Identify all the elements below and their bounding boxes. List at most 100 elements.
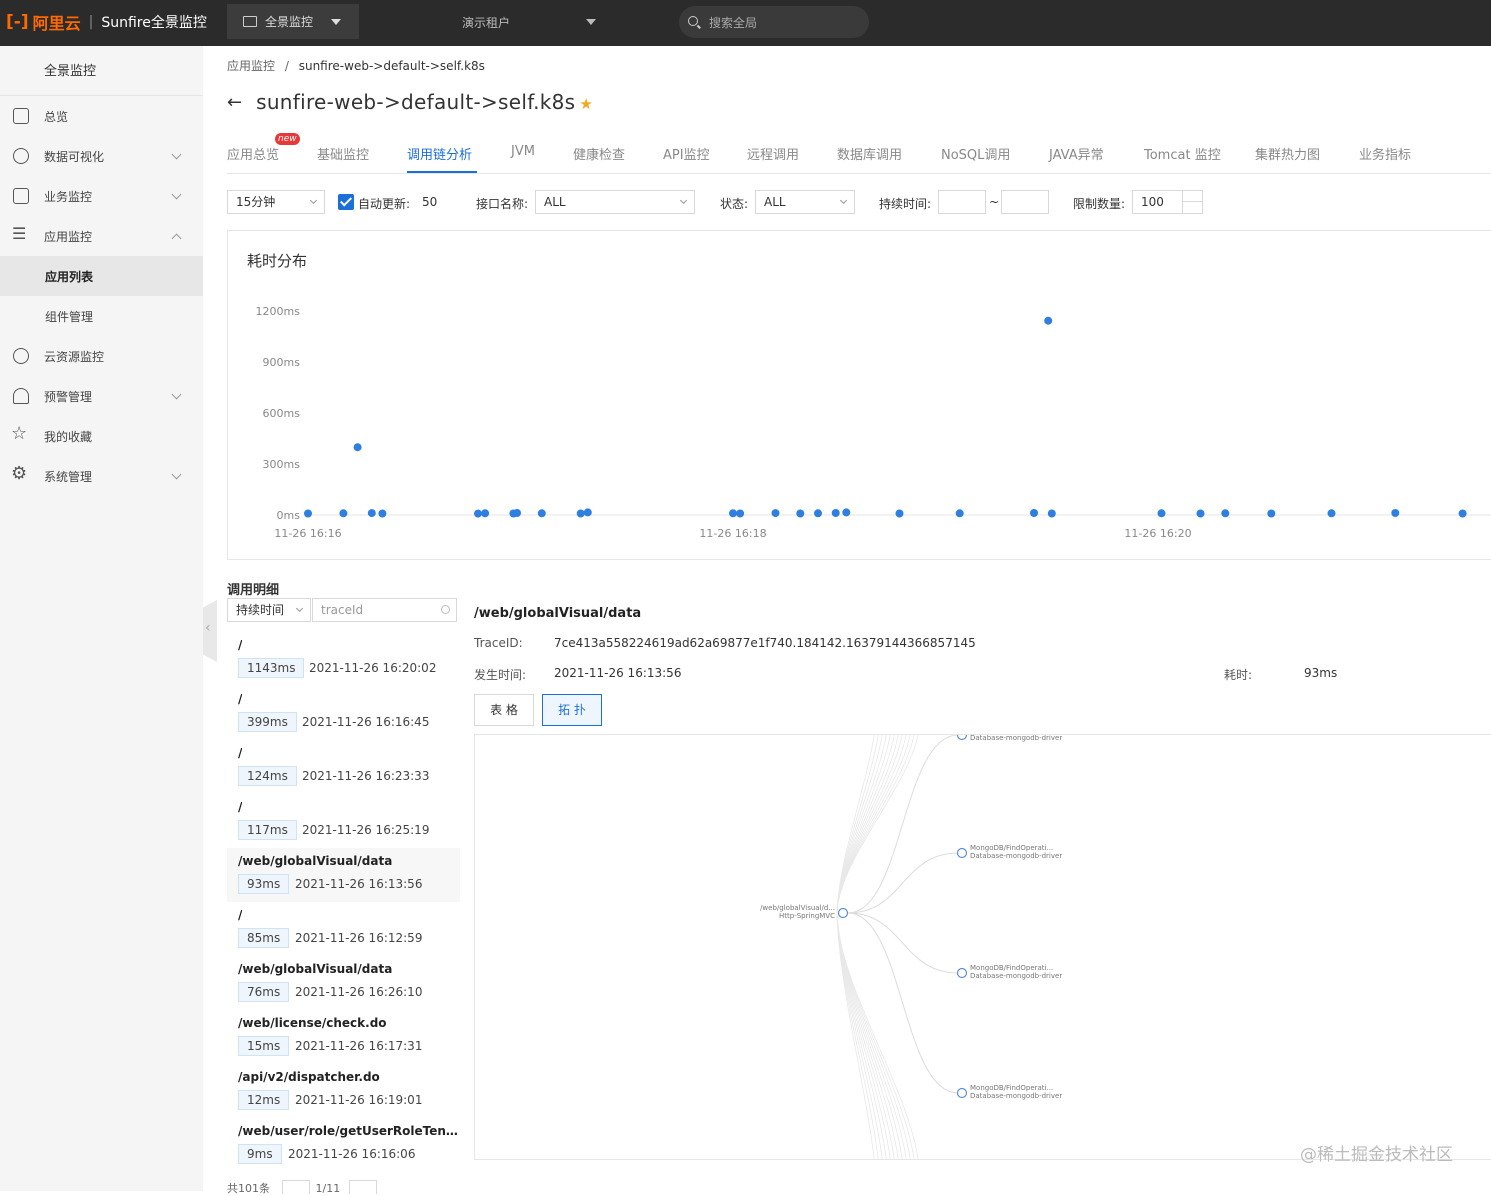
tab-cluster-heatmap[interactable]: 集群热力图 [1255,144,1320,163]
auto-refresh-checkbox[interactable] [338,194,354,210]
scatter-point[interactable] [1391,509,1400,517]
duration-min-input[interactable] [938,190,986,214]
trace-list-item[interactable]: /api/v2/dispatcher.do 12ms 2021-11-26 16:1… [227,1064,460,1118]
breadcrumb-root[interactable]: 应用监控 [227,59,275,73]
topology-edge [836,912,911,1159]
trace-list-item[interactable]: / 117ms 2021-11-26 16:25:19 [227,794,460,848]
tab-business-metrics[interactable]: 业务指标 [1359,144,1411,163]
trace-list-item[interactable]: / 85ms 2021-11-26 16:12:59 [227,902,460,956]
tab-nosql-call[interactable]: NoSQL调用 [941,144,1010,163]
tab-api-monitor[interactable]: API监控 [663,144,710,163]
sidebar-collapse-handle[interactable] [203,600,217,662]
aliyun-logo[interactable]: [-] 阿里云 | Sunfire全景监控 [6,11,207,33]
time-range-value: 15分钟 [236,195,276,209]
number-stepper[interactable] [1182,191,1203,213]
sort-select[interactable]: 持续时间 [227,598,311,622]
scatter-point[interactable] [1044,316,1053,325]
scatter-point[interactable] [378,509,387,518]
trace-list-item[interactable]: /web/license/check.do 15ms 2021-11-26 16:1… [227,1010,460,1064]
scatter-point[interactable] [353,443,362,452]
sidebar-item-alerts[interactable]: 预警管理 [0,376,203,416]
duration-max-input[interactable] [1001,190,1049,214]
topology-graph[interactable]: /web/globalVisual/d... Http-SpringMVC Data… [474,734,1491,1160]
topology-child-node[interactable] [956,1087,968,1099]
scatter-point[interactable] [1267,509,1276,518]
limit-input[interactable]: 100 [1132,190,1203,214]
scatter-point[interactable] [842,508,851,517]
scatter-point[interactable] [367,509,376,518]
tab-remote-call[interactable]: 远程调用 [747,144,799,163]
scatter-point[interactable] [831,509,840,517]
tab-tomcat-monitor[interactable]: Tomcat 监控 [1144,144,1221,163]
tab-java-exception[interactable]: JAVA异常 [1049,144,1104,163]
child-node-label: MongoDB/FindOperati... [970,1084,1053,1092]
scatter-point[interactable] [576,509,585,518]
caret-down-icon[interactable] [586,19,596,25]
api-name-select[interactable]: ALL [535,190,695,214]
trace-list-item[interactable]: / 399ms 2021-11-26 16:16:45 [227,686,460,740]
trace-list-item[interactable]: /web/globalVisual/data 76ms 2021-11-26 16:… [227,956,460,1010]
topology-child-node[interactable] [956,967,968,979]
sidebar-item-components[interactable]: 组件管理 [0,296,203,336]
global-search[interactable]: 搜索全局 [679,6,869,38]
scatter-point[interactable] [1047,509,1056,518]
scatter-point[interactable] [1221,509,1230,518]
scatter-point[interactable] [771,509,780,518]
trace-list-item[interactable]: / 1143ms 2021-11-26 16:20:02 [227,632,460,686]
tab-db-call[interactable]: 数据库调用 [837,144,902,163]
trace-list-item[interactable]: /web/user/role/getUserRoleTenan... 9ms 202… [227,1118,460,1172]
back-arrow-icon[interactable]: ← [227,92,242,113]
trace-list-item[interactable]: /web/globalVisual/data 93ms 2021-11-26 16:… [227,848,460,902]
scatter-point[interactable] [1030,509,1038,517]
sidebar-item-overview[interactable]: 总览 [0,96,203,136]
tab-trace-analysis[interactable]: 调用链分析 [407,144,472,163]
tab-basic-monitor[interactable]: 基础监控 [317,144,369,163]
scatter-point[interactable] [1196,509,1205,518]
scatter-point[interactable] [895,509,904,518]
trace-item-duration-badge: 12ms [238,1090,290,1110]
scatter-point[interactable] [481,509,490,518]
scatter-point[interactable] [814,509,822,518]
sidebar-item-app-monitor[interactable]: 应用监控 [0,216,203,256]
scatter-point[interactable] [513,509,521,517]
scatter-point[interactable] [583,508,592,517]
scatter-point[interactable] [304,509,312,518]
sidebar-item-app-list[interactable]: 应用列表 [0,256,203,296]
tab-health-check[interactable]: 健康检查 [573,144,625,163]
traceid-search-input[interactable]: traceId [312,598,457,622]
caret-down-icon [331,18,342,25]
scatter-point[interactable] [1458,509,1467,518]
topology-child-node[interactable] [956,847,968,859]
time-label: 发生时间: [474,668,527,682]
status-select[interactable]: ALL [755,190,855,214]
sidebar-item-business[interactable]: 业务监控 [0,176,203,216]
tab-jvm[interactable]: JVM [511,144,535,159]
tenant-select[interactable]: 演示租户 [462,14,510,31]
topology-view-button[interactable]: 拓 扑 [542,694,602,726]
scatter-point[interactable] [736,509,745,518]
trace-list-item[interactable]: / 124ms 2021-11-26 16:23:33 [227,740,460,794]
scatter-point[interactable] [474,509,482,518]
module-switcher[interactable]: 全景监控 [227,4,359,39]
topology-child-node[interactable] [956,735,968,741]
sidebar-item-cloud[interactable]: 云资源监控 [0,336,203,376]
scatter-point[interactable] [1157,509,1166,518]
favorite-star-icon[interactable]: ★ [579,95,592,113]
scatter-point[interactable] [955,509,964,518]
search-icon [688,16,698,26]
sidebar-item-favorites[interactable]: 我的收藏 [0,416,203,456]
time-range-select[interactable]: 15分钟 [227,190,325,214]
scatter-point[interactable] [1327,509,1336,518]
scatter-point[interactable] [339,509,348,518]
scatter-point[interactable] [537,509,546,518]
scatter-point[interactable] [796,509,805,518]
cloud-icon [13,348,29,364]
tab-app-overview[interactable]: 应用总览 [227,144,279,163]
sidebar-item-data-visual[interactable]: 数据可视化 [0,136,203,176]
scatter-point[interactable] [729,509,737,518]
pager-next-button[interactable] [349,1180,377,1194]
sidebar-item-system[interactable]: 系统管理 [0,456,203,496]
pager-prev-button[interactable] [282,1180,310,1194]
topology-root-node[interactable] [837,907,849,919]
table-view-button[interactable]: 表 格 [474,694,534,726]
